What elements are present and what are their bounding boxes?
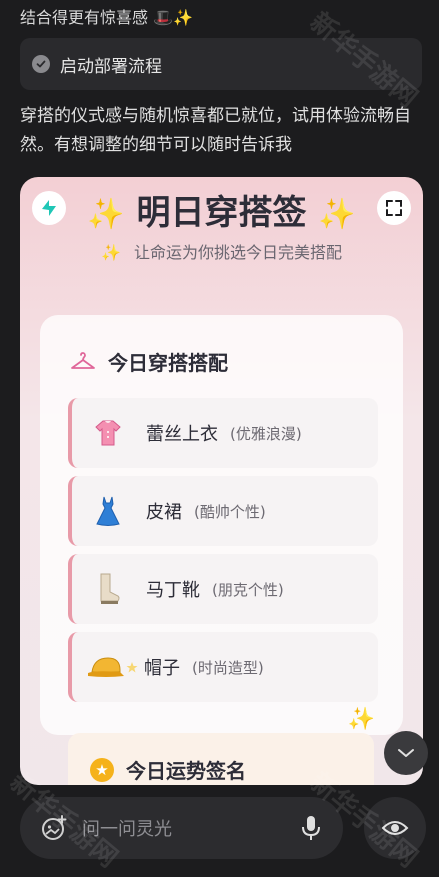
image-add-icon bbox=[42, 815, 67, 840]
microphone-icon bbox=[302, 816, 320, 840]
chat-input-bar[interactable]: 问一问灵光 bbox=[20, 797, 343, 859]
eye-icon bbox=[381, 821, 409, 835]
item-note: (时尚造型) bbox=[192, 658, 264, 677]
outfit-panel: 今日穿搭搭配 蕾丝上衣 (优雅浪漫) 皮裙 (酷帅个性) 马丁靴 (朋克个性) … bbox=[40, 315, 403, 735]
fortune-section: ★ 今日运势签名 bbox=[68, 733, 374, 785]
blouse-icon bbox=[88, 418, 128, 448]
item-name: 帽子 bbox=[144, 658, 180, 679]
outfit-card: ✨ 明日穿搭签 ✨ ✨ 让命运为你挑选今日完美搭配 今日穿搭搭配 蕾丝上衣 (优… bbox=[20, 177, 423, 785]
app-logo-button[interactable] bbox=[32, 191, 66, 225]
star-icon: ★ bbox=[90, 757, 114, 782]
scroll-down-button[interactable] bbox=[384, 731, 428, 775]
card-title: 明日穿搭签 bbox=[136, 193, 307, 233]
boot-icon bbox=[88, 572, 128, 606]
assistant-message: 穿搭的仪式感与随机惊喜都已就位，试用体验流畅自然。有想调整的细节可以随时告诉我 bbox=[20, 106, 411, 155]
deploy-label: 启动部署流程 bbox=[60, 56, 162, 77]
item-note: (酷帅个性) bbox=[194, 502, 266, 521]
cap-icon bbox=[86, 652, 140, 682]
dress-icon bbox=[88, 495, 128, 527]
outfit-heading: 今日穿搭搭配 bbox=[108, 351, 228, 375]
item-name: 皮裙 bbox=[146, 502, 182, 523]
item-note: (优雅浪漫) bbox=[230, 424, 302, 443]
sparkle-icon: ✨ bbox=[100, 243, 121, 262]
view-button[interactable] bbox=[364, 797, 426, 859]
outfit-item: 帽子 (时尚造型) bbox=[68, 632, 378, 702]
outfit-item: 蕾丝上衣 (优雅浪漫) bbox=[68, 398, 378, 468]
item-name: 马丁靴 bbox=[146, 580, 200, 601]
mic-button[interactable] bbox=[301, 814, 321, 842]
card-title-row: ✨ 明日穿搭签 ✨ bbox=[20, 185, 423, 234]
hanger-icon bbox=[71, 351, 95, 369]
item-name: 蕾丝上衣 bbox=[146, 424, 218, 445]
sparkle-icon: ✨ bbox=[318, 197, 356, 232]
outfit-heading-row: 今日穿搭搭配 bbox=[70, 347, 228, 376]
app-screen: 新华手游网 新华手游网 新华手游网 结合得更有惊喜感 🎩✨ 启动部署流程 穿搭的… bbox=[0, 0, 439, 877]
chat-input[interactable]: 问一问灵光 bbox=[82, 815, 301, 841]
logo-icon bbox=[42, 200, 56, 216]
image-add-button[interactable] bbox=[40, 814, 68, 842]
expand-icon bbox=[386, 200, 402, 216]
outfit-item: 马丁靴 (朋克个性) bbox=[68, 554, 378, 624]
sparkle-icon: ✨ bbox=[87, 197, 125, 232]
card-subtitle: 让命运为你挑选今日完美搭配 bbox=[134, 243, 343, 262]
fortune-heading: 今日运势签名 bbox=[126, 759, 246, 783]
outfit-item: 皮裙 (酷帅个性) bbox=[68, 476, 378, 546]
sparkle-icon: ✨ bbox=[347, 707, 375, 732]
fortune-heading-row: ★ 今日运势签名 bbox=[90, 755, 246, 784]
intro-line: 结合得更有惊喜感 🎩✨ bbox=[20, 4, 193, 28]
intro-text: 结合得更有惊喜感 bbox=[20, 8, 149, 27]
check-icon bbox=[32, 55, 50, 73]
chevron-down-icon bbox=[398, 749, 414, 757]
deploy-process-chip[interactable]: 启动部署流程 bbox=[20, 38, 422, 90]
card-subtitle-row: ✨ 让命运为你挑选今日完美搭配 bbox=[20, 239, 423, 263]
intro-emojis: 🎩✨ bbox=[153, 8, 193, 27]
item-note: (朋克个性) bbox=[212, 580, 284, 599]
expand-button[interactable] bbox=[377, 191, 411, 225]
